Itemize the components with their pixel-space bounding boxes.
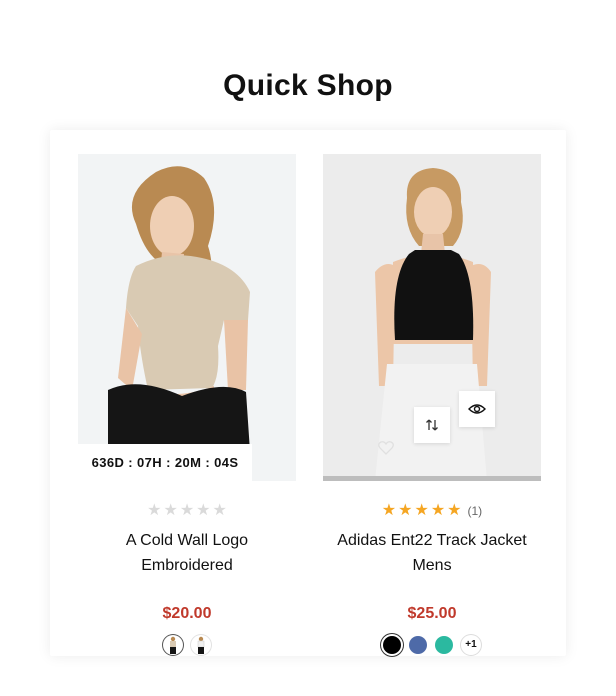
star-icon: ★ <box>196 502 211 519</box>
variant-swatches <box>78 635 296 655</box>
model-beige-tshirt-photo <box>108 166 252 481</box>
star-icon: ★ <box>447 502 462 519</box>
more-colors-badge[interactable]: +1 <box>461 635 481 655</box>
quick-view-button[interactable] <box>459 391 495 427</box>
product-price: $25.00 <box>407 605 457 622</box>
beige-tee-look-thumbnail[interactable] <box>163 635 183 655</box>
product-name[interactable]: A Cold Wall Logo Embroidered <box>78 528 296 578</box>
product-name-line2[interactable]: Mens <box>412 557 451 574</box>
star-icon: ★ <box>398 502 413 519</box>
product-name-line1[interactable]: Adidas Ent22 Track Jacket <box>337 532 526 549</box>
countdown-timer: 636D : 07H : 20M : 04S <box>78 444 252 481</box>
stock-progress-bar <box>323 476 541 481</box>
product-name-line1[interactable]: A Cold Wall Logo <box>126 532 248 549</box>
product-image[interactable] <box>323 154 541 481</box>
review-count: (1) <box>467 504 483 518</box>
color-swatch-black[interactable] <box>383 636 401 654</box>
color-swatch-teal[interactable] <box>435 636 453 654</box>
star-icon: ★ <box>212 502 227 519</box>
wishlist-heart-icon[interactable] <box>378 441 394 455</box>
product-price: $20.00 <box>162 605 212 622</box>
star-rating: ★ ★ ★ ★ ★ <box>78 503 296 519</box>
quick-view-eye-icon <box>468 404 486 414</box>
compare-icon <box>426 419 438 431</box>
product-image[interactable]: 636D : 07H : 20M : 04S <box>78 154 296 481</box>
product-grid-card: 636D : 07H : 20M : 04S ★ ★ ★ ★ ★ A Cold … <box>50 130 566 656</box>
star-icon: ★ <box>430 502 446 519</box>
color-swatch-blue[interactable] <box>409 636 427 654</box>
product-card[interactable]: ★ ★ ★ ★ ★ (1) Adidas Ent22 Track Jacket … <box>323 154 541 655</box>
compare-button[interactable] <box>414 407 450 443</box>
star-rating: ★ ★ ★ ★ ★ (1) <box>323 503 541 519</box>
star-icon: ★ <box>163 502 178 519</box>
color-swatches: +1 <box>323 635 541 655</box>
star-icon: ★ <box>414 502 429 519</box>
star-icon: ★ <box>147 502 162 519</box>
section-heading: Quick Shop <box>223 68 393 102</box>
white-tee-look-thumbnail[interactable] <box>191 635 211 655</box>
product-name[interactable]: Adidas Ent22 Track Jacket Mens <box>323 528 541 578</box>
star-icon: ★ <box>179 502 195 519</box>
star-icon: ★ <box>381 502 397 519</box>
product-card[interactable]: 636D : 07H : 20M : 04S ★ ★ ★ ★ ★ A Cold … <box>78 154 296 655</box>
product-name-line2[interactable]: Embroidered <box>141 557 233 574</box>
